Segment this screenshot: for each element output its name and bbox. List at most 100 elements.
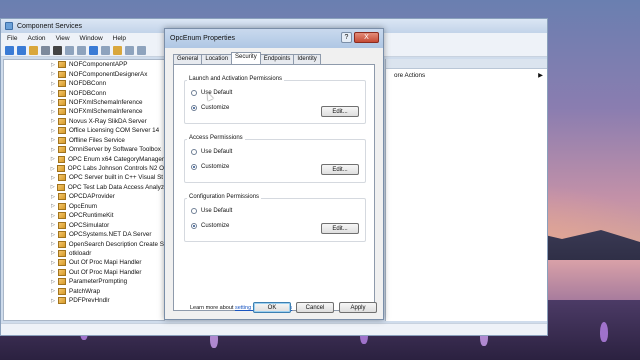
access-use-default-radio[interactable]: Use Default (191, 149, 232, 155)
tree-item[interactable]: ▷ ParameterPrompting (4, 277, 164, 286)
com-component-icon (57, 183, 65, 191)
launch-edit-button[interactable]: Edit... (321, 106, 359, 117)
expand-chevron-icon[interactable]: ▷ (50, 62, 56, 68)
access-customize-radio[interactable]: Customize (191, 164, 229, 170)
expand-chevron-icon[interactable]: ▷ (50, 147, 56, 153)
tree-item-label: NOFComponentDesignerAx (69, 70, 148, 78)
detail-view-icon[interactable] (137, 45, 146, 55)
tree-item[interactable]: ▷ Out Of Proc Mapi Handler (4, 258, 164, 267)
expand-chevron-icon[interactable]: ▷ (50, 166, 55, 172)
tree-item-label: OmniServer by Software Toolbox (69, 146, 161, 154)
list-view-icon[interactable] (125, 45, 134, 55)
expand-chevron-icon[interactable]: ▷ (50, 90, 56, 96)
tree-item[interactable]: ▷ OPC Enum x64 CategoryManager (4, 154, 164, 163)
tree-item[interactable]: ▷ OPCDAProvider (4, 192, 164, 201)
tree-item[interactable]: ▷ NOFXmlSchemaInference (4, 98, 164, 107)
up-folder-icon[interactable] (29, 45, 38, 55)
expand-chevron-icon[interactable]: ▷ (50, 250, 56, 256)
tree-item[interactable]: ▷ PDFPrevHndlr (4, 296, 164, 305)
config-customize-radio[interactable]: Customize (191, 223, 229, 229)
expand-chevron-icon[interactable]: ▷ (50, 71, 56, 77)
tree-item[interactable]: ▷ OPCSystems.NET DA Server (4, 230, 164, 239)
tree-item[interactable]: ▷ NOFComponentDesignerAx (4, 69, 164, 78)
expand-chevron-icon[interactable]: ▷ (50, 232, 56, 238)
tree-item[interactable]: ▷ OpenSearch Description Create S (4, 239, 164, 248)
menu-view[interactable]: View (56, 35, 70, 42)
expand-chevron-icon[interactable]: ▷ (50, 241, 56, 247)
tab-security[interactable]: Security (231, 52, 261, 64)
apply-button[interactable]: Apply (339, 302, 377, 313)
tree-item[interactable]: ▷ Offline Files Service (4, 136, 164, 145)
tree-item[interactable]: ▷ NOFDBConn (4, 79, 164, 88)
expand-chevron-icon[interactable]: ▷ (50, 128, 56, 134)
tree-item-label: PatchWrap (69, 287, 101, 295)
expand-chevron-icon[interactable]: ▷ (50, 81, 56, 87)
forward-icon[interactable] (17, 45, 26, 55)
tree-item[interactable]: ▷ Novus X-Ray SlikDA Server (4, 117, 164, 126)
expand-chevron-icon[interactable]: ▷ (50, 213, 56, 219)
tree-item[interactable]: ▷ Office Licensing COM Server 14 (4, 126, 164, 135)
tree-item[interactable]: ▷ OpcEnum (4, 202, 164, 211)
access-edit-button[interactable]: Edit... (321, 164, 359, 175)
tree-item[interactable]: ▷ NOFComponentAPP (4, 60, 164, 69)
back-icon[interactable] (5, 45, 14, 55)
export-icon[interactable] (77, 45, 86, 55)
expand-chevron-icon[interactable]: ▷ (50, 260, 56, 266)
expand-chevron-icon[interactable]: ▷ (50, 279, 56, 285)
tree-item[interactable]: ▷ OPC Test Lab Data Access Analyz (4, 183, 164, 192)
view-icon[interactable] (101, 45, 110, 55)
expand-chevron-icon[interactable]: ▷ (50, 156, 56, 162)
dialog-title: OpcEnum Properties (170, 35, 235, 42)
tree-item[interactable]: ▷ PatchWrap (4, 287, 164, 296)
config-use-default-radio[interactable]: Use Default (191, 208, 232, 214)
expand-chevron-icon[interactable]: ▷ (50, 222, 56, 228)
tree-item[interactable]: ▷ otkloadr (4, 249, 164, 258)
expand-chevron-icon[interactable]: ▷ (50, 118, 56, 124)
tree-item[interactable]: ▷ OPCRuntimeKit (4, 211, 164, 220)
main-window-title: Component Services (17, 22, 82, 30)
tree-item[interactable]: ▷ OPCSimulator (4, 220, 164, 229)
more-actions-item[interactable]: ore Actions ▶ (386, 70, 547, 80)
menu-help[interactable]: Help (113, 35, 126, 42)
tree-item[interactable]: ▷ OmniServer by Software Toolbox (4, 145, 164, 154)
menu-window[interactable]: Window (80, 35, 103, 42)
cancel-button[interactable]: Cancel (296, 302, 334, 313)
launch-customize-radio[interactable]: Customize (191, 105, 229, 111)
delete-icon[interactable] (53, 45, 62, 55)
expand-chevron-icon[interactable]: ▷ (50, 194, 56, 200)
tab-endpoints[interactable]: Endpoints (259, 54, 295, 64)
tree-item[interactable]: ▷ NOFXmlSchemaInference (4, 107, 164, 116)
menu-file[interactable]: File (7, 35, 17, 42)
expand-chevron-icon[interactable]: ▷ (50, 109, 56, 115)
tree-item-label: OPCDAProvider (69, 193, 115, 201)
tree-item[interactable]: ▷ Out Of Proc Mapi Handler (4, 268, 164, 277)
expand-chevron-icon[interactable]: ▷ (50, 175, 56, 181)
radio-selected-icon (191, 164, 197, 170)
expand-chevron-icon[interactable]: ▷ (50, 203, 56, 209)
tree-item[interactable]: ▷ NOFDBConn (4, 88, 164, 97)
expand-chevron-icon[interactable]: ▷ (50, 269, 56, 275)
properties-icon[interactable] (65, 45, 74, 55)
help-icon[interactable] (89, 45, 98, 55)
expand-chevron-icon[interactable]: ▷ (50, 288, 56, 294)
expand-chevron-icon[interactable]: ▷ (50, 99, 56, 105)
com-component-icon (58, 98, 66, 106)
close-button[interactable]: X (354, 32, 379, 43)
tab-identity[interactable]: Identity (293, 54, 321, 64)
component-icon[interactable] (113, 45, 122, 55)
expand-chevron-icon[interactable]: ▷ (50, 184, 55, 190)
com-component-icon (58, 193, 66, 201)
tab-general[interactable]: General (173, 54, 203, 64)
security-tab-panel: Launch and Activation Permissions Use De… (173, 64, 375, 311)
expand-chevron-icon[interactable]: ▷ (50, 137, 56, 143)
tab-location[interactable]: Location (201, 54, 233, 64)
menu-action[interactable]: Action (27, 35, 45, 42)
help-button[interactable]: ? (341, 32, 352, 43)
tree-item[interactable]: ▷ OPC Labs Johnson Controls N2 O (4, 164, 164, 173)
config-edit-button[interactable]: Edit... (321, 223, 359, 234)
tree-item[interactable]: ▷ OPC Server built in C++ Visual St (4, 173, 164, 182)
ok-button[interactable]: OK (253, 302, 291, 313)
expand-chevron-icon[interactable]: ▷ (50, 298, 56, 304)
show-tree-icon[interactable] (41, 45, 50, 55)
dialog-titlebar[interactable]: OpcEnum Properties ? X (165, 29, 383, 48)
